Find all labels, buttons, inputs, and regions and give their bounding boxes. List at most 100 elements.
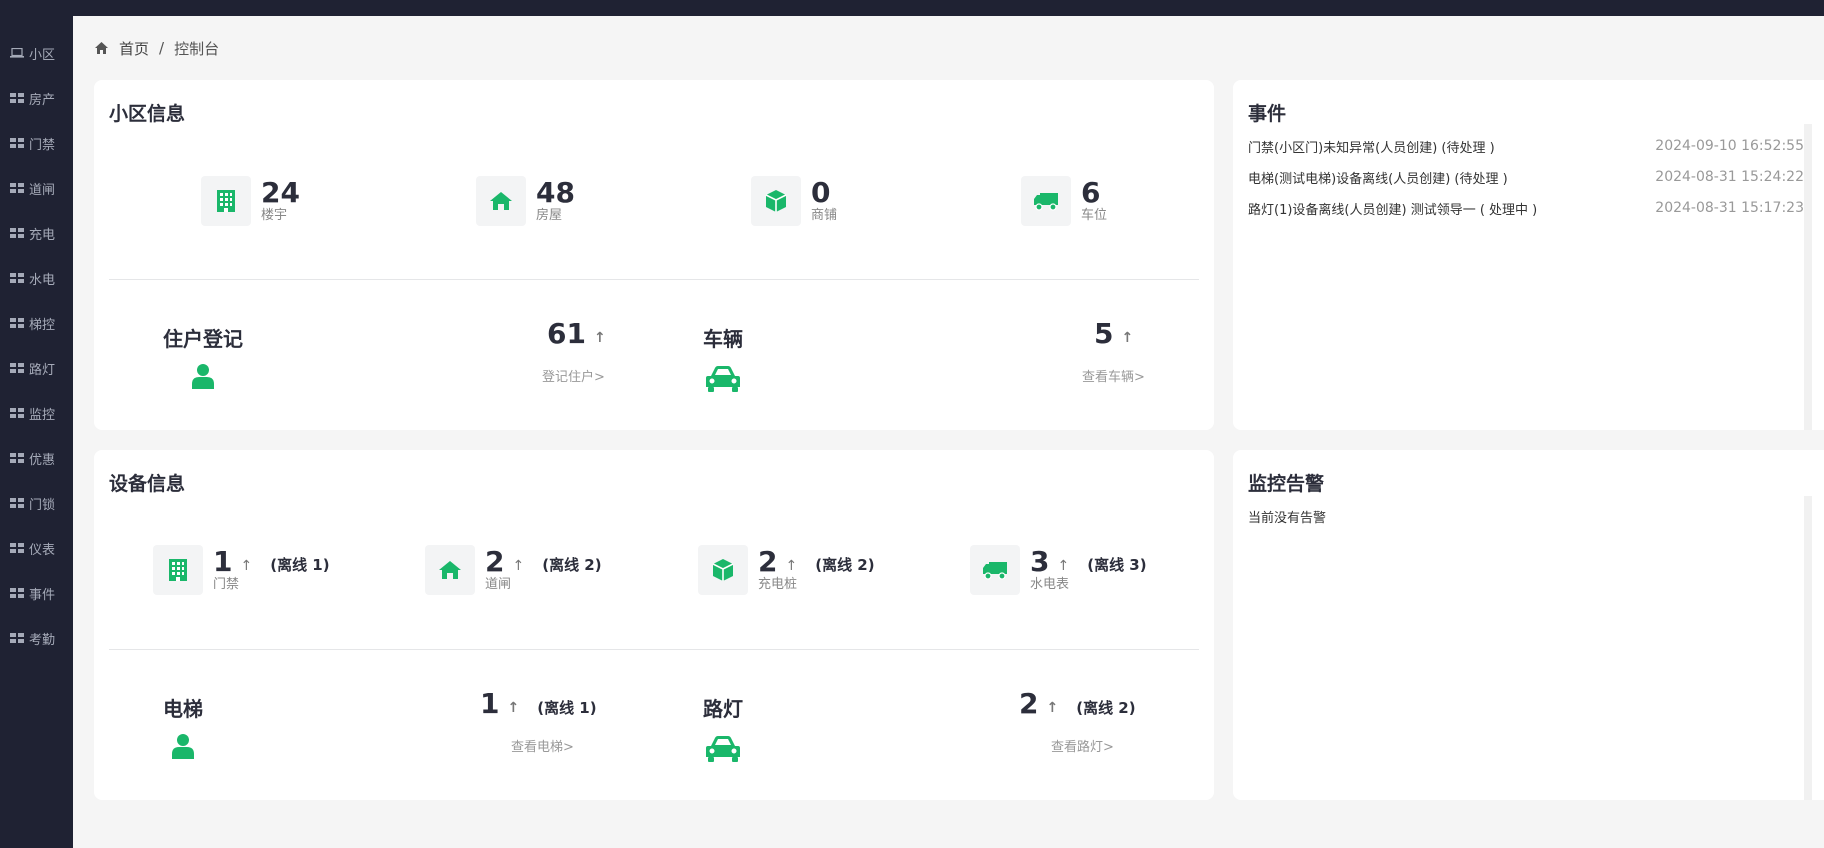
sidebar-item-label: 水电 bbox=[29, 272, 56, 288]
home-icon bbox=[476, 176, 526, 226]
grid-icon bbox=[10, 363, 24, 373]
sidebar-item-access[interactable]: 门禁 bbox=[0, 128, 73, 158]
stat-value: 2 bbox=[485, 545, 505, 578]
view-vehicles-link[interactable]: 查看车辆> bbox=[1082, 366, 1145, 385]
card-title: 设备信息 bbox=[109, 473, 186, 495]
alarms-scrollbar[interactable] bbox=[1804, 496, 1812, 800]
stat-access-control: 1 ↑ (离线 1) 门禁 bbox=[153, 544, 330, 596]
arrow-up-icon: ↑ bbox=[1046, 699, 1059, 716]
streetlight-count-value: 2 bbox=[1019, 687, 1039, 720]
home-icon bbox=[425, 545, 475, 595]
stat-label: 车位 bbox=[1081, 208, 1108, 223]
offline-count: (离线 3) bbox=[1087, 555, 1147, 574]
sidebar-item-monitoring[interactable]: 监控 bbox=[0, 398, 73, 428]
sidebar-item-streetlight[interactable]: 路灯 bbox=[0, 353, 73, 383]
grid-icon bbox=[10, 453, 24, 463]
event-row[interactable]: 电梯(测试电梯)设备离线(人员创建) (待处理 ) 2024-08-31 15:… bbox=[1248, 167, 1804, 187]
community-info-card: 小区信息 24 楼宇 48 房屋 0 商铺 6 车位 住户登记 61 ↑ 登记住… bbox=[94, 80, 1214, 430]
streetlight-count: 2 ↑ (离线 2) bbox=[1019, 687, 1136, 720]
offline-count: (离线 2) bbox=[542, 555, 602, 574]
event-text: 门禁(小区门)未知异常(人员创建) (待处理 ) bbox=[1248, 140, 1495, 156]
breadcrumb-home[interactable]: 首页 bbox=[119, 38, 149, 59]
sidebar-item-label: 考勤 bbox=[29, 632, 56, 648]
sidebar-item-charging[interactable]: 充电 bbox=[0, 218, 73, 248]
view-elevators-link[interactable]: 查看电梯> bbox=[511, 736, 574, 755]
sidebar-item-label: 梯控 bbox=[29, 317, 56, 333]
sidebar-item-barrier[interactable]: 道闸 bbox=[0, 173, 73, 203]
event-text: 路灯(1)设备离线(人员创建) 测试领导一 ( 处理中 ) bbox=[1248, 202, 1538, 218]
register-resident-link[interactable]: 登记住户> bbox=[542, 366, 605, 385]
no-alarms-text: 当前没有告警 bbox=[1248, 511, 1327, 526]
event-row[interactable]: 门禁(小区门)未知异常(人员创建) (待处理 ) 2024-09-10 16:5… bbox=[1248, 136, 1804, 156]
stat-label: 房屋 bbox=[536, 208, 563, 223]
resident-title: 住户登记 bbox=[163, 327, 243, 351]
sidebar: 小区 房产 门禁 道闸 充电 水电 梯控 路灯 监控 优惠 门锁 仪表 事件 考… bbox=[0, 16, 73, 848]
vehicle-count-value: 5 bbox=[1094, 317, 1114, 350]
elevator-title: 电梯 bbox=[163, 697, 203, 721]
grid-icon bbox=[10, 138, 24, 148]
building-icon bbox=[201, 176, 251, 226]
truck-icon bbox=[1021, 176, 1071, 226]
stat-label: 门禁 bbox=[213, 577, 240, 592]
sidebar-item-discount[interactable]: 优惠 bbox=[0, 443, 73, 473]
building-icon bbox=[153, 545, 203, 595]
grid-icon bbox=[10, 498, 24, 508]
sidebar-item-label: 小区 bbox=[29, 47, 56, 63]
arrow-up-icon: ↑ bbox=[507, 699, 520, 716]
sidebar-item-label: 监控 bbox=[29, 407, 56, 423]
sidebar-item-door-lock[interactable]: 门锁 bbox=[0, 488, 73, 518]
home-icon[interactable] bbox=[94, 41, 109, 55]
breadcrumb-separator: / bbox=[159, 39, 165, 57]
sidebar-item-property[interactable]: 房产 bbox=[0, 83, 73, 113]
arrow-up-icon: ↑ bbox=[240, 558, 253, 574]
top-bar bbox=[0, 0, 1824, 16]
stat-barrier-gate: 2 ↑ (离线 2) 道闸 bbox=[425, 544, 602, 596]
alarms-card: 监控告警 当前没有告警 bbox=[1233, 450, 1824, 800]
offline-count: (离线 2) bbox=[1076, 699, 1136, 717]
sidebar-item-attendance[interactable]: 考勤 bbox=[0, 623, 73, 653]
arrow-up-icon: ↑ bbox=[512, 558, 525, 574]
grid-icon bbox=[10, 273, 24, 283]
sidebar-item-utilities[interactable]: 水电 bbox=[0, 263, 73, 293]
event-row[interactable]: 路灯(1)设备离线(人员创建) 测试领导一 ( 处理中 ) 2024-08-31… bbox=[1248, 198, 1804, 218]
event-time: 2024-08-31 15:17:23 bbox=[1655, 200, 1804, 216]
stat-value: 1 bbox=[213, 545, 233, 578]
car-icon bbox=[705, 735, 741, 767]
sidebar-item-label: 门锁 bbox=[29, 497, 56, 513]
sidebar-item-events[interactable]: 事件 bbox=[0, 578, 73, 608]
sidebar-item-community[interactable]: 小区 bbox=[0, 38, 73, 68]
divider bbox=[109, 279, 1199, 280]
arrow-up-icon: ↑ bbox=[1121, 329, 1134, 346]
grid-icon bbox=[10, 318, 24, 328]
stat-parking: 6 车位 bbox=[1021, 175, 1107, 227]
view-streetlights-link[interactable]: 查看路灯> bbox=[1051, 736, 1114, 755]
streetlight-title: 路灯 bbox=[703, 697, 743, 721]
grid-icon bbox=[10, 543, 24, 553]
grid-icon bbox=[10, 588, 24, 598]
events-scrollbar[interactable] bbox=[1804, 124, 1812, 430]
user-icon bbox=[172, 733, 194, 763]
breadcrumb: 首页 / 控制台 bbox=[94, 36, 219, 60]
stat-value: 0 bbox=[811, 176, 831, 209]
stat-utility-meter: 3 ↑ (离线 3) 水电表 bbox=[970, 544, 1147, 596]
card-title: 监控告警 bbox=[1248, 473, 1325, 495]
event-text: 电梯(测试电梯)设备离线(人员创建) (待处理 ) bbox=[1248, 171, 1508, 187]
truck-icon bbox=[970, 545, 1020, 595]
user-icon bbox=[192, 363, 214, 393]
stat-label: 楼宇 bbox=[261, 208, 288, 223]
stat-value: 3 bbox=[1030, 545, 1050, 578]
divider bbox=[109, 649, 1199, 650]
events-card: 事件 bbox=[1233, 80, 1824, 430]
event-time: 2024-09-10 16:52:55 bbox=[1655, 138, 1804, 154]
offline-count: (离线 1) bbox=[270, 555, 330, 574]
sidebar-item-elevator-control[interactable]: 梯控 bbox=[0, 308, 73, 338]
resident-count: 61 ↑ bbox=[547, 317, 606, 350]
grid-icon bbox=[10, 408, 24, 418]
sidebar-item-label: 优惠 bbox=[29, 452, 56, 468]
card-title: 小区信息 bbox=[109, 103, 186, 125]
sidebar-item-label: 路灯 bbox=[29, 362, 56, 378]
stat-value: 2 bbox=[758, 545, 778, 578]
stat-value: 6 bbox=[1081, 176, 1101, 209]
sidebar-item-meters[interactable]: 仪表 bbox=[0, 533, 73, 563]
car-icon bbox=[705, 365, 741, 397]
